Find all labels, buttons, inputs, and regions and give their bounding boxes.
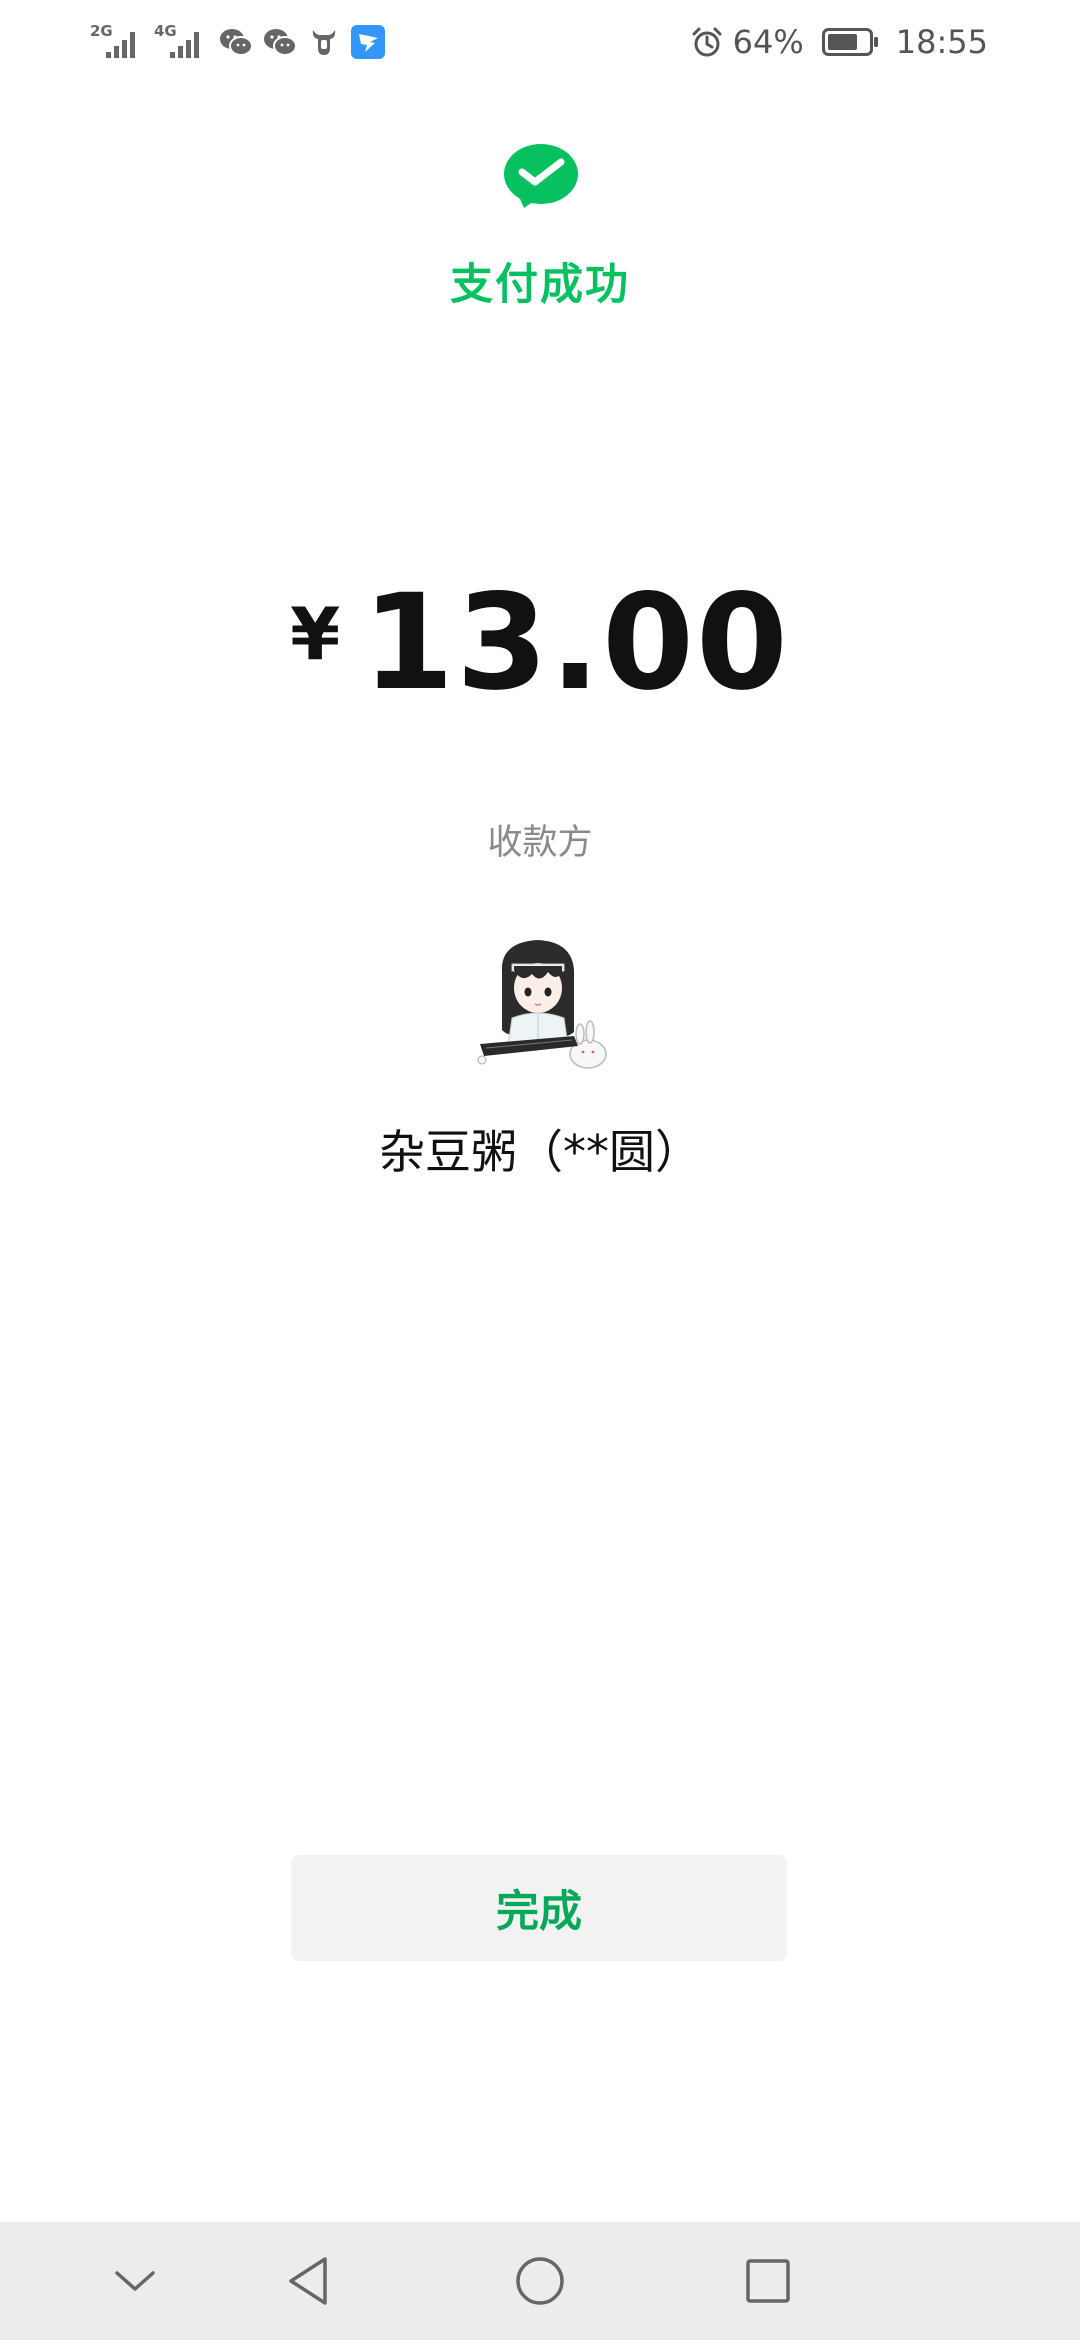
recents-icon[interactable] — [708, 2222, 828, 2340]
amount-value: 13.00 — [362, 566, 790, 720]
status-bar: 2G 4G 64% 18:55 — [0, 0, 1080, 84]
wechat-pay-icon — [502, 142, 580, 212]
currency-symbol: ¥ — [290, 592, 341, 676]
payee-avatar — [462, 922, 618, 1078]
payment-success-screen: 2G 4G 64% 18:55 支付成功 ¥ 13.00 收款方 杂豆粥（**圆… — [0, 0, 1080, 2340]
alarm-icon — [691, 26, 723, 58]
clock: 18:55 — [895, 23, 988, 61]
home-icon[interactable] — [480, 2222, 600, 2340]
wechat-icon — [218, 24, 254, 60]
battery-icon — [821, 27, 880, 57]
battery-percent: 64% — [732, 23, 804, 61]
status-left: 2G 4G — [90, 20, 386, 64]
signal-icon: 4G — [154, 22, 210, 62]
payee-name: 杂豆粥（**圆） — [379, 1125, 701, 1179]
done-button[interactable]: 完成 — [291, 1855, 787, 1961]
back-icon[interactable] — [248, 2222, 368, 2340]
dingtalk-icon — [350, 24, 386, 60]
system-nav-bar — [0, 2222, 1080, 2340]
payee-label: 收款方 — [487, 823, 593, 863]
chevron-down-icon[interactable] — [75, 2222, 195, 2340]
page-title: 支付成功 — [450, 260, 630, 310]
bull-app-icon — [306, 24, 342, 60]
payment-amount: ¥ 13.00 — [0, 572, 1080, 714]
signal-icon: 2G — [90, 22, 146, 62]
wechat-icon — [262, 24, 298, 60]
status-right: 64% 18:55 — [691, 20, 988, 64]
